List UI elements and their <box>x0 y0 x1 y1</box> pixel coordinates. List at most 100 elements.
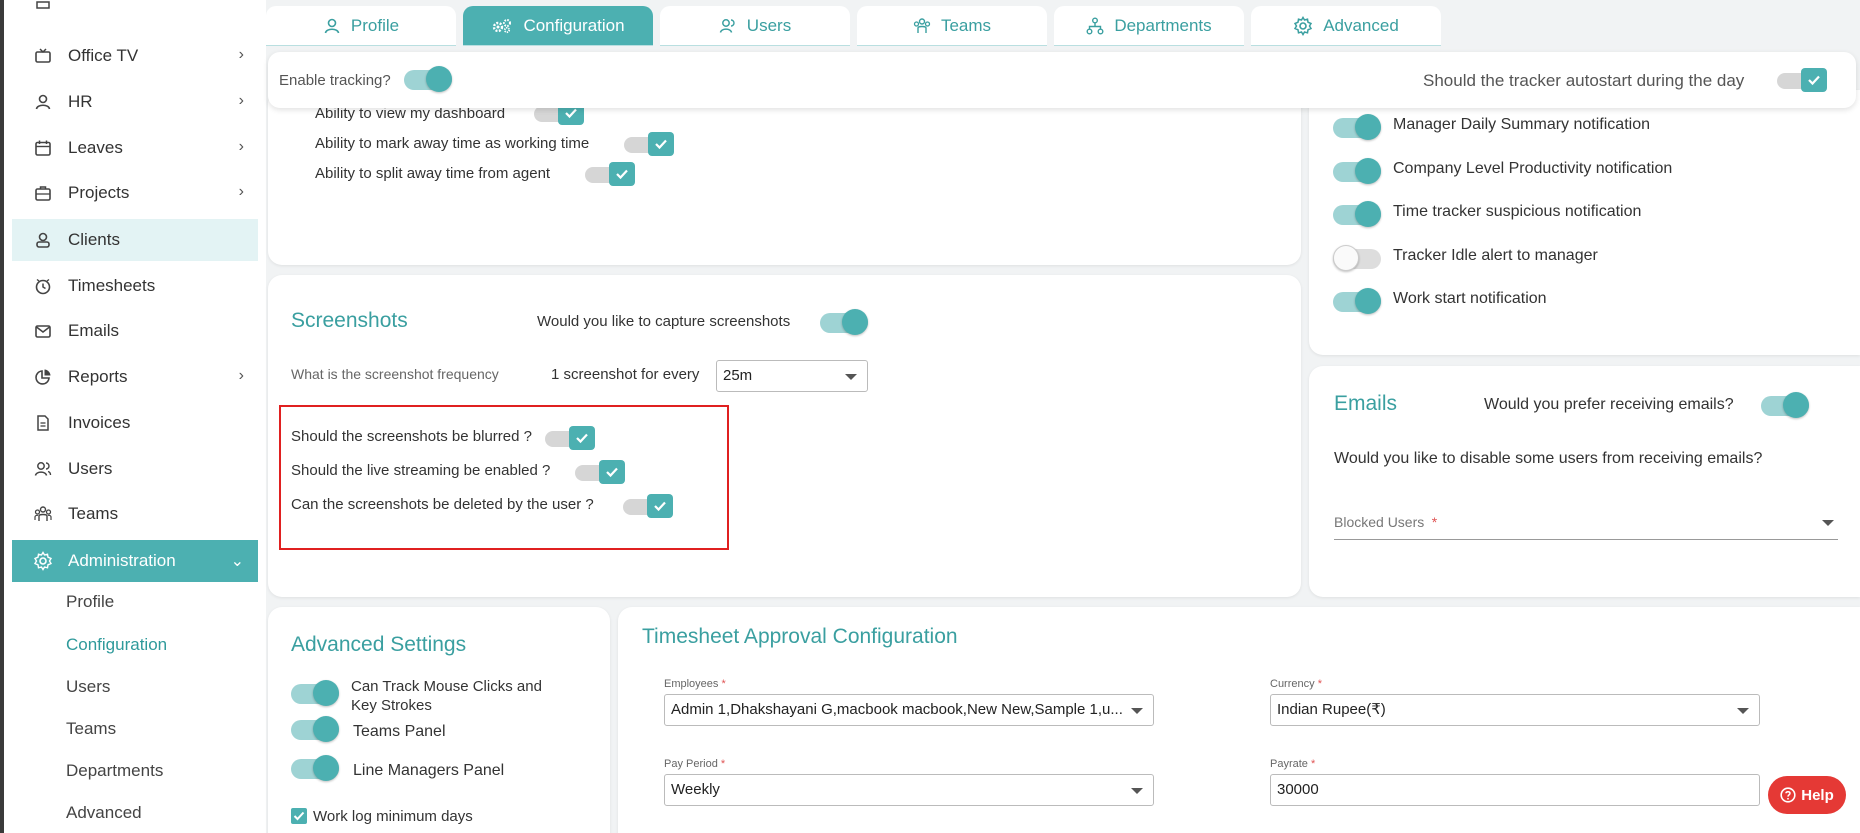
gear-icon <box>32 550 54 572</box>
sidebar-item-label: Leaves <box>68 138 123 157</box>
check-icon <box>609 162 635 186</box>
tab-advanced[interactable]: Advanced <box>1251 6 1441 46</box>
sidebar-item-hr[interactable]: HR › <box>12 81 258 123</box>
worklog-label: Work log minimum days <box>313 808 473 825</box>
sidebar-item-label: Office TV <box>68 46 139 65</box>
sidebar-item-administration[interactable]: Administration ⌄ <box>12 540 258 582</box>
tab-configuration[interactable]: Configuration <box>463 6 653 46</box>
tab-label: Teams <box>940 15 992 35</box>
company-productivity-toggle[interactable] <box>1333 158 1381 184</box>
help-button[interactable]: Help <box>1768 776 1846 814</box>
dropdown-arrow-icon <box>1822 520 1834 526</box>
screenshots-title: Screenshots <box>291 309 408 332</box>
sidebar-sub-users[interactable]: Users <box>66 672 110 702</box>
notification-label: Work start notification <box>1393 290 1547 307</box>
sidebar-item-hidden-top[interactable] <box>12 0 258 16</box>
sidebar-item-label: Projects <box>68 183 130 202</box>
pay-period-label: Pay Period * <box>664 758 726 770</box>
employees-value: Admin 1,Dhakshayani G,macbook macbook,Ne… <box>671 701 1123 718</box>
sidebar-item-leaves[interactable]: Leaves › <box>12 127 258 169</box>
chevron-right-icon: › <box>238 46 244 63</box>
manager-daily-summary-toggle[interactable] <box>1333 114 1381 140</box>
check-icon <box>1801 68 1827 92</box>
capture-screenshots-toggle[interactable] <box>820 309 868 335</box>
blocked-users-select[interactable]: Blocked Users * <box>1334 514 1838 540</box>
pay-period-select[interactable]: Weekly <box>664 774 1154 806</box>
sidebar-item-label: Users <box>68 459 113 478</box>
sidebar-item-reports[interactable]: Reports › <box>12 356 258 398</box>
currency-label: Currency * <box>1270 678 1322 690</box>
disable-emails-label: Would you like to disable some users fro… <box>1334 450 1763 467</box>
line-managers-panel-label: Line Managers Panel <box>353 762 505 779</box>
blocked-users-label: Blocked Users <box>1334 514 1425 530</box>
prefer-emails-label: Would you prefer receiving emails? <box>1484 396 1734 413</box>
tab-label: Departments <box>1114 15 1212 35</box>
users-icon <box>719 17 737 35</box>
tab-users[interactable]: Users <box>660 6 850 46</box>
sidebar-item-label: Invoices <box>68 413 131 432</box>
tab-label: Users <box>746 15 792 35</box>
payrate-label: Payrate * <box>1270 758 1316 770</box>
employees-select[interactable]: Admin 1,Dhakshayani G,macbook macbook,Ne… <box>664 694 1154 726</box>
payrate-input[interactable]: 30000 <box>1270 774 1760 806</box>
client-icon <box>32 229 54 251</box>
sidebar-item-projects[interactable]: Projects › <box>12 172 258 214</box>
teams-panel-toggle[interactable] <box>291 716 339 742</box>
worklog-checkbox[interactable] <box>291 808 307 824</box>
sidebar-item-label: Teams <box>68 504 119 523</box>
sidebar-item-emails[interactable]: Emails <box>12 310 258 352</box>
sidebar-sub-teams[interactable]: Teams <box>66 714 116 744</box>
track-mouse-clicks-toggle[interactable] <box>291 680 339 706</box>
timesheet-approval-card: Timesheet Approval Configuration Employe… <box>618 607 1860 833</box>
autostart-checkbox[interactable] <box>1777 67 1829 93</box>
notifications-card: Manager Daily Summary notification Compa… <box>1309 90 1860 355</box>
sidebar-item-timesheets[interactable]: Timesheets <box>12 265 258 307</box>
sidebar-sub-profile[interactable]: Profile <box>66 587 114 617</box>
enable-tracking-toggle[interactable] <box>404 66 452 92</box>
permission-away-time-checkbox[interactable] <box>624 131 674 157</box>
sidebar-item-label: Emails <box>68 321 120 340</box>
briefcase-icon <box>32 182 54 204</box>
permission-split-away-checkbox[interactable] <box>585 161 635 187</box>
notification-label: Company Level Productivity notification <box>1393 160 1673 177</box>
tracking-bar: Enable tracking? Should the tracker auto… <box>268 52 1856 108</box>
currency-select[interactable]: Indian Rupee(₹) <box>1270 694 1760 726</box>
sidebar-item-label: Timesheets <box>68 276 156 295</box>
time-tracker-suspicious-toggle[interactable] <box>1333 201 1381 227</box>
tab-departments[interactable]: Departments <box>1054 6 1244 46</box>
tab-teams[interactable]: Teams <box>857 6 1047 46</box>
advanced-settings-title: Advanced Settings <box>291 633 467 656</box>
hierarchy-icon <box>1086 17 1104 35</box>
line-managers-panel-toggle[interactable] <box>291 755 339 781</box>
sidebar-item-users[interactable]: Users <box>12 448 258 490</box>
prefer-emails-toggle[interactable] <box>1761 392 1809 418</box>
sidebar-item-teams[interactable]: Teams <box>12 493 258 535</box>
sidebar-sub-departments[interactable]: Departments <box>66 756 163 786</box>
dropdown-arrow-icon <box>1131 788 1143 794</box>
tracker-idle-alert-toggle[interactable] <box>1333 245 1381 271</box>
sidebar-item-clients[interactable]: Clients <box>12 219 258 261</box>
sidebar-sub-advanced[interactable]: Advanced <box>66 798 142 828</box>
mail-icon <box>32 320 54 342</box>
teams-icon <box>913 17 931 35</box>
tab-label: Profile <box>350 15 400 35</box>
notification-label: Tracker Idle alert to manager <box>1393 247 1598 264</box>
tab-profile[interactable]: Profile <box>266 6 456 46</box>
sidebar-item-office-tv[interactable]: Office TV › <box>12 35 258 77</box>
chevron-down-icon: ⌄ <box>230 553 244 570</box>
sidebar-item-invoices[interactable]: Invoices <box>12 402 258 444</box>
enable-tracking-label: Enable tracking? <box>279 72 391 89</box>
sidebar-item-label: Clients <box>68 230 120 249</box>
highlight-box <box>279 405 729 550</box>
emails-title: Emails <box>1334 392 1398 415</box>
frequency-label: What is the screenshot frequency <box>291 366 499 382</box>
user-icon <box>32 91 54 113</box>
frequency-select[interactable]: 25m <box>716 360 868 392</box>
chevron-right-icon: › <box>238 138 244 155</box>
tv-icon <box>32 45 54 67</box>
sidebar-sub-configuration[interactable]: Configuration <box>66 630 167 660</box>
dropdown-arrow-icon <box>845 374 857 380</box>
frequency-value: 25m <box>723 367 753 384</box>
sidebar-item-label: Administration <box>68 551 176 570</box>
work-start-notification-toggle[interactable] <box>1333 288 1381 314</box>
